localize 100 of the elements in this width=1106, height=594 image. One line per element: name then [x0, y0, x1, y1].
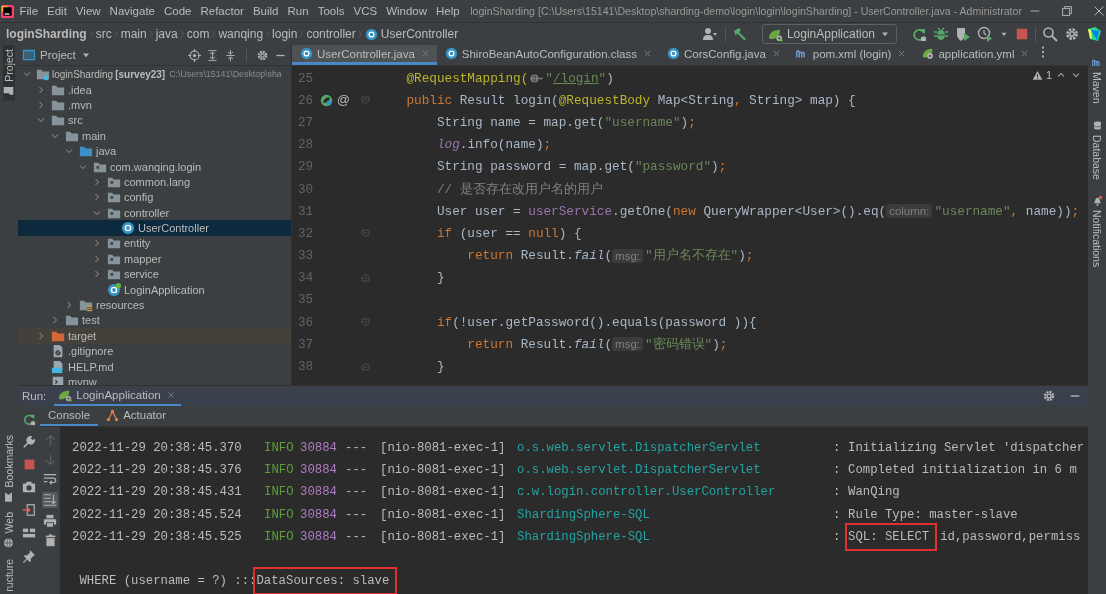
editor-tab[interactable]: ShiroBeanAutoConfiguration.class	[436, 45, 659, 65]
menu-item[interactable]: Help	[431, 5, 465, 17]
menu-item[interactable]: Navigate	[105, 5, 160, 17]
restore-icon[interactable]	[1059, 4, 1074, 18]
globe-icon[interactable]	[528, 71, 546, 85]
console-tab[interactable]: Actuator	[98, 406, 175, 426]
menu-item[interactable]: File	[15, 5, 43, 17]
breadcrumb[interactable]: wanqing	[218, 27, 264, 41]
tool-window-button[interactable]: Notifications	[1091, 191, 1103, 272]
tree-item[interactable]: controller	[18, 205, 291, 221]
tool-window-button[interactable]: Maven	[1091, 53, 1103, 108]
tree-item[interactable]: mapper	[18, 251, 291, 267]
menu-item[interactable]: Edit	[42, 5, 72, 17]
tool-window-button[interactable]: Bookmarks	[3, 430, 15, 507]
soft-wrap-icon[interactable]	[43, 472, 57, 486]
tree-item[interactable]: config	[18, 189, 291, 205]
tree-item[interactable]: .mvn	[18, 97, 291, 113]
tree-item[interactable]: src	[18, 112, 291, 129]
menu-item[interactable]: View	[71, 5, 106, 17]
gutter-marker[interactable]: @	[337, 93, 350, 108]
logger-name: o.s.web.servlet.DispatcherServlet	[517, 463, 761, 478]
log-separator: :	[833, 507, 841, 522]
tree-item[interactable]: java	[18, 143, 291, 159]
breadcrumb[interactable]: login	[272, 27, 298, 41]
bug-icon[interactable]	[933, 26, 949, 42]
log-message: WanQing	[848, 485, 900, 500]
settings-icon[interactable]	[256, 48, 269, 62]
tree-item[interactable]: test	[18, 312, 291, 329]
panel-dropdown[interactable]: Project	[22, 48, 92, 62]
stop-icon[interactable]	[22, 458, 36, 471]
toolbox-icon[interactable]	[1086, 26, 1102, 42]
tree-item[interactable]: HELP.md	[18, 358, 291, 375]
breadcrumb[interactable]: controller	[306, 27, 356, 41]
window-title: loginSharding [C:\Users\15141\Desktop\sharding-demo\login\login\loginSharding] - UserController.java - Administrator	[469, 5, 1023, 17]
layout-icon[interactable]	[22, 526, 36, 540]
trash-icon[interactable]	[43, 534, 57, 547]
bell-icon	[1091, 195, 1103, 207]
menu-item[interactable]: Window	[381, 5, 432, 17]
shield-play-icon[interactable]	[955, 26, 971, 42]
breadcrumb[interactable]: UserController	[364, 27, 459, 41]
code-text: "/login")	[545, 70, 614, 86]
hammer-icon[interactable]	[731, 26, 748, 42]
code-text: return Result.fail(	[466, 248, 613, 264]
tree-item[interactable]: entity	[18, 235, 291, 252]
breadcrumb[interactable]: main	[120, 27, 147, 41]
menu-item[interactable]: Code	[159, 5, 196, 17]
tree-item[interactable]: .idea	[18, 81, 291, 98]
log-separator: :	[833, 463, 841, 478]
menu-item[interactable]: Run	[283, 5, 314, 17]
tree-item[interactable]: common.lang	[18, 174, 291, 190]
breadcrumb[interactable]: java	[155, 27, 178, 41]
exit-icon[interactable]	[22, 503, 36, 517]
tree-item[interactable]: loginSharding [survey23] C:\Users\15141\Desktop\sha	[18, 66, 291, 82]
warning-count[interactable]: 1	[1045, 69, 1052, 81]
tree-item[interactable]: UserController	[18, 220, 291, 236]
clock-play-icon[interactable]	[977, 26, 993, 42]
tree-item[interactable]: LoginApplication	[18, 281, 291, 298]
wrench-icon[interactable]	[22, 435, 36, 449]
tool-window-button[interactable]: ructure	[3, 554, 15, 594]
target-icon[interactable]	[188, 48, 201, 62]
log-level: INFO	[264, 485, 294, 500]
tool-window-button[interactable]: Web	[3, 508, 15, 553]
run-config-dropdown[interactable]: LoginApplication	[761, 24, 897, 44]
line-number: 28	[297, 137, 315, 153]
editor-tab[interactable]: CorsConfig.java	[658, 45, 788, 65]
settings-icon[interactable]	[1064, 26, 1080, 42]
code-text: log.info(name);	[435, 137, 552, 153]
tree-item[interactable]: com.wanqing.login	[18, 158, 291, 175]
menu-item[interactable]: Refactor	[195, 5, 249, 17]
breadcrumb[interactable]: src	[95, 27, 112, 41]
tree-item[interactable]: service	[18, 266, 291, 282]
pin-icon[interactable]	[22, 549, 36, 563]
breadcrumb[interactable]: com	[186, 27, 210, 41]
menu-item[interactable]: VCS	[349, 5, 382, 17]
tool-window-button[interactable]: Database	[1091, 115, 1103, 184]
menu-item[interactable]: Tools	[313, 5, 349, 17]
settings-icon[interactable]	[1042, 389, 1056, 403]
menu-item[interactable]: Build	[248, 5, 283, 17]
rerun-icon[interactable]	[22, 412, 36, 426]
breadcrumb[interactable]: loginSharding	[6, 27, 87, 41]
editor-tab[interactable]: pom.xml (login)	[787, 45, 914, 65]
tree-item[interactable]: resources	[18, 297, 291, 313]
tree-item[interactable]: target	[18, 328, 291, 344]
bean-icon[interactable]	[320, 93, 333, 107]
user-icon[interactable]	[700, 26, 719, 42]
rerun-icon[interactable]	[911, 26, 927, 42]
tool-window-button[interactable]: Project	[3, 45, 15, 101]
editor-tab[interactable]: application.yml	[913, 45, 1037, 65]
log-separator: ---	[345, 463, 368, 478]
print-icon[interactable]	[43, 514, 57, 528]
editor-tab[interactable]: UserController.java	[292, 45, 437, 65]
camera-icon[interactable]	[22, 480, 36, 494]
collapse-all-icon[interactable]	[224, 48, 237, 62]
inlay-hint: msg:	[612, 337, 643, 352]
scroll-to-end-button[interactable]	[42, 492, 58, 508]
tree-item[interactable]: .gitignore	[18, 343, 291, 359]
expand-all-icon[interactable]	[206, 48, 219, 62]
tree-item[interactable]: main	[18, 128, 291, 144]
search-icon[interactable]	[1042, 26, 1058, 42]
stop-icon[interactable]	[1015, 27, 1029, 41]
